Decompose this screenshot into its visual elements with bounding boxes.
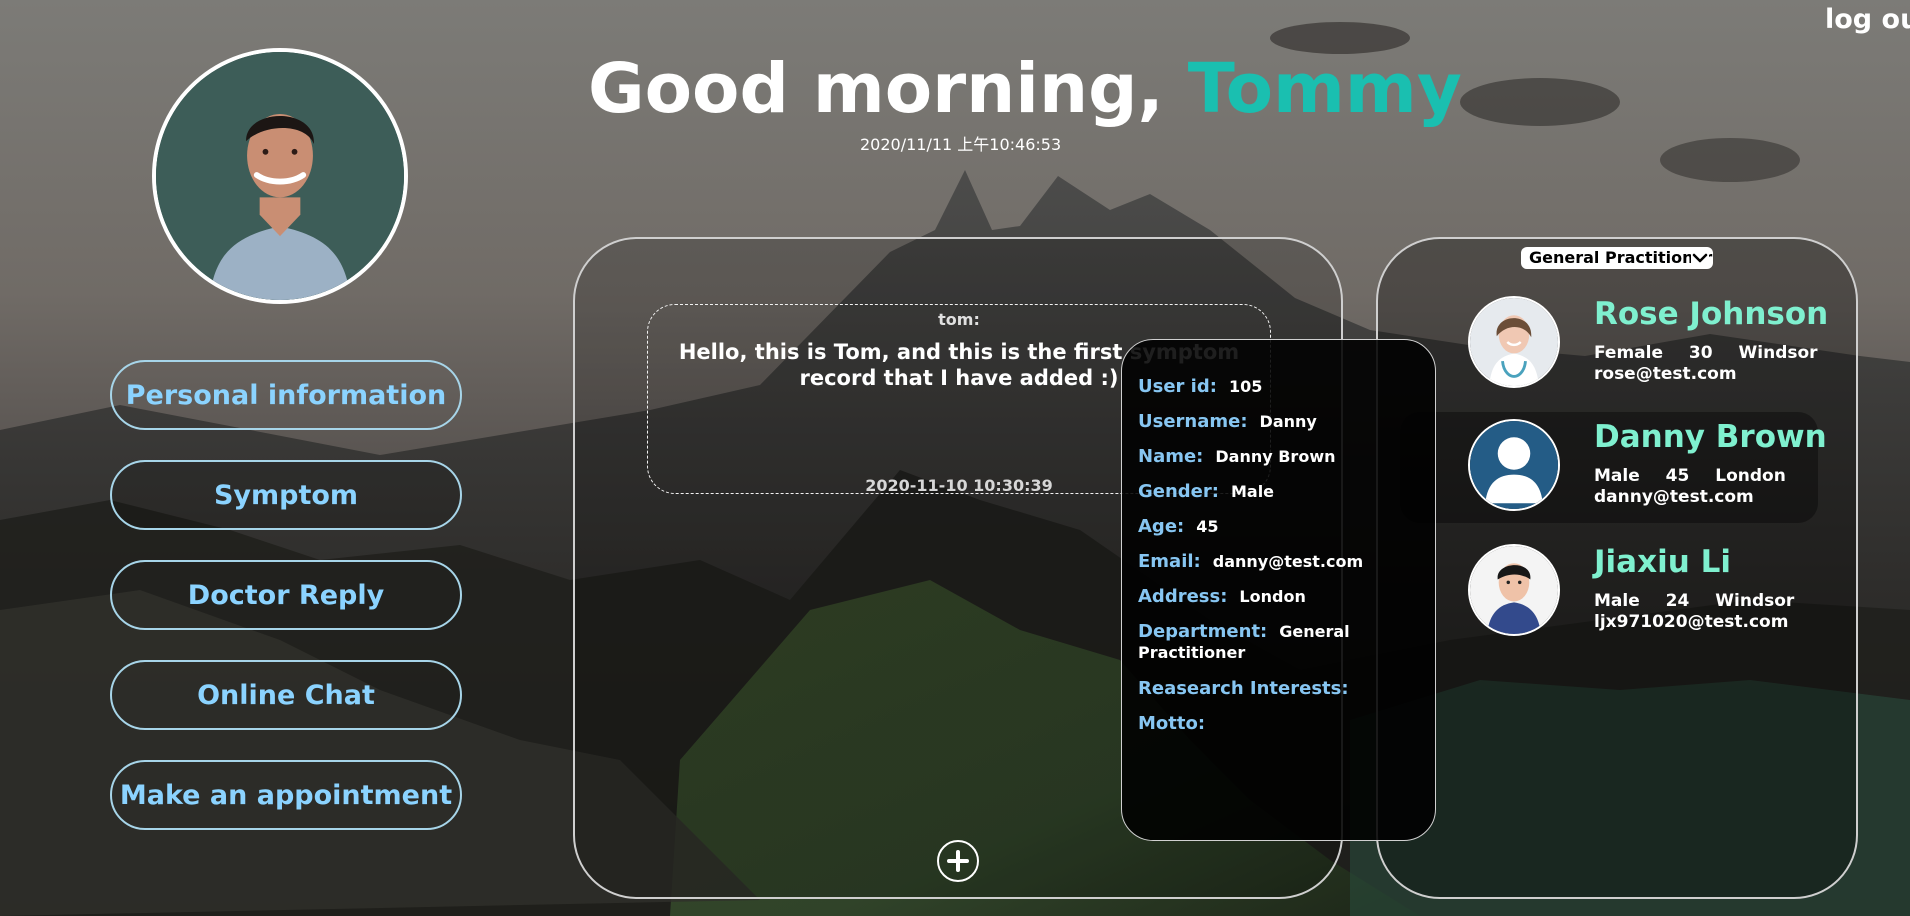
portrait-avatar-icon [1470, 546, 1558, 634]
profile-address-label: Address: [1138, 586, 1228, 607]
doctor-age-danny: 45 [1665, 466, 1690, 486]
department-select-value: General Practitioner [1529, 248, 1713, 267]
profile-name-value: Danny Brown [1215, 447, 1336, 466]
nav-make-appointment-button[interactable]: Make an appointment [110, 760, 462, 830]
profile-department-label: Department: [1138, 621, 1268, 642]
profile-age-value: 45 [1196, 517, 1219, 536]
nav-online-chat-button[interactable]: Online Chat [110, 660, 462, 730]
user-avatar[interactable] [152, 48, 408, 304]
greeting-prefix: Good morning, [588, 49, 1188, 129]
profile-user-id-label: User id: [1138, 376, 1217, 397]
doctor-meta-jiaxiu: Male 24 Windsor [1594, 591, 1814, 611]
nav-doctor-reply-button[interactable]: Doctor Reply [110, 560, 462, 630]
profile-address: Address: London [1138, 586, 1424, 607]
profile-gender-value: Male [1230, 482, 1275, 501]
portrait-avatar-icon [156, 52, 404, 300]
greeting-user-name: Tommy [1187, 49, 1462, 129]
doctor-avatar-rose [1468, 296, 1560, 388]
doctor-email-rose: rose@test.com [1594, 364, 1737, 384]
symptom-author: tom: [938, 310, 980, 329]
doctor-row-jiaxiu-li[interactable]: Jiaxiu Li Male 24 Windsor ljx971020@test… [1400, 537, 1818, 648]
profile-username-label: Username: [1138, 411, 1248, 432]
doctor-name-rose: Rose Johnson [1594, 296, 1829, 332]
doctor-age-rose: 30 [1688, 343, 1713, 363]
doctor-age-jiaxiu: 24 [1665, 591, 1690, 611]
profile-research-label: Reasearch Interests: [1138, 678, 1349, 699]
nav-symptom-button[interactable]: Symptom [110, 460, 462, 530]
add-symptom-button[interactable] [937, 840, 979, 882]
current-datetime: 2020/11/11 上午10:46:53 [860, 135, 1062, 154]
profile-address-value: London [1239, 587, 1306, 606]
doctor-avatar-jiaxiu [1468, 544, 1560, 636]
profile-email-label: Email: [1138, 551, 1201, 572]
doctor-name-danny: Danny Brown [1594, 419, 1827, 455]
doctor-portrait-avatar-icon [1470, 298, 1558, 386]
doctor-gender-rose: Female [1594, 343, 1663, 363]
profile-research-interests: Reasearch Interests: [1138, 678, 1424, 699]
greeting-heading: Good morning, Tommy [588, 46, 1462, 132]
profile-user-id-value: 105 [1228, 377, 1263, 396]
profile-gender-label: Gender: [1138, 481, 1219, 502]
nav-personal-information-button[interactable]: Personal information [110, 360, 462, 430]
doctor-email-jiaxiu: ljx971020@test.com [1594, 612, 1789, 632]
plus-icon [947, 850, 969, 872]
profile-name-label: Name: [1138, 446, 1204, 467]
profile-gender: Gender: Male [1138, 481, 1424, 502]
doctor-gender-danny: Male [1594, 466, 1640, 486]
sidebar-nav: Personal information Symptom Doctor Repl… [110, 360, 462, 860]
profile-age-label: Age: [1138, 516, 1185, 537]
logout-link[interactable]: log out [1825, 4, 1910, 38]
profile-age: Age: 45 [1138, 516, 1424, 537]
chevron-down-icon [1691, 249, 1709, 267]
default-user-icon [1470, 421, 1558, 509]
doctor-city-rose: Windsor [1738, 343, 1818, 363]
doctor-meta-danny: Male 45 London [1594, 466, 1806, 486]
app-background: log out Personal information Symptom Doc… [0, 0, 1910, 916]
doctor-gender-jiaxiu: Male [1594, 591, 1640, 611]
doctor-avatar-danny [1468, 419, 1560, 511]
doctor-row-rose-johnson[interactable]: Rose Johnson Female 30 Windsor rose@test… [1400, 289, 1828, 400]
profile-email: Email: danny@test.com [1138, 551, 1424, 572]
profile-motto-label: Motto: [1138, 713, 1206, 734]
doctor-name-jiaxiu: Jiaxiu Li [1594, 544, 1731, 580]
profile-name: Name: Danny Brown [1138, 446, 1424, 467]
doctor-city-danny: London [1715, 466, 1786, 486]
doctor-email-danny: danny@test.com [1594, 487, 1754, 507]
profile-user-id: User id: 105 [1138, 376, 1424, 397]
doctor-meta-rose: Female 30 Windsor [1594, 343, 1838, 363]
doctor-list-panel: General Practitioner Rose Johnson Female… [1376, 237, 1858, 899]
profile-username: Username: Danny [1138, 411, 1424, 432]
doctor-profile-popup: User id: 105 Username: Danny Name: Danny Br… [1121, 339, 1436, 841]
profile-email-value: danny@test.com [1212, 552, 1364, 571]
profile-username-value: Danny [1259, 412, 1317, 431]
doctor-city-jiaxiu: Windsor [1715, 591, 1795, 611]
profile-department: Department: General Practitioner [1138, 621, 1424, 663]
profile-motto: Motto: [1138, 713, 1424, 734]
doctor-row-danny-brown[interactable]: Danny Brown Male 45 London danny@test.co… [1400, 412, 1827, 523]
department-select[interactable]: General Practitioner [1521, 247, 1713, 269]
